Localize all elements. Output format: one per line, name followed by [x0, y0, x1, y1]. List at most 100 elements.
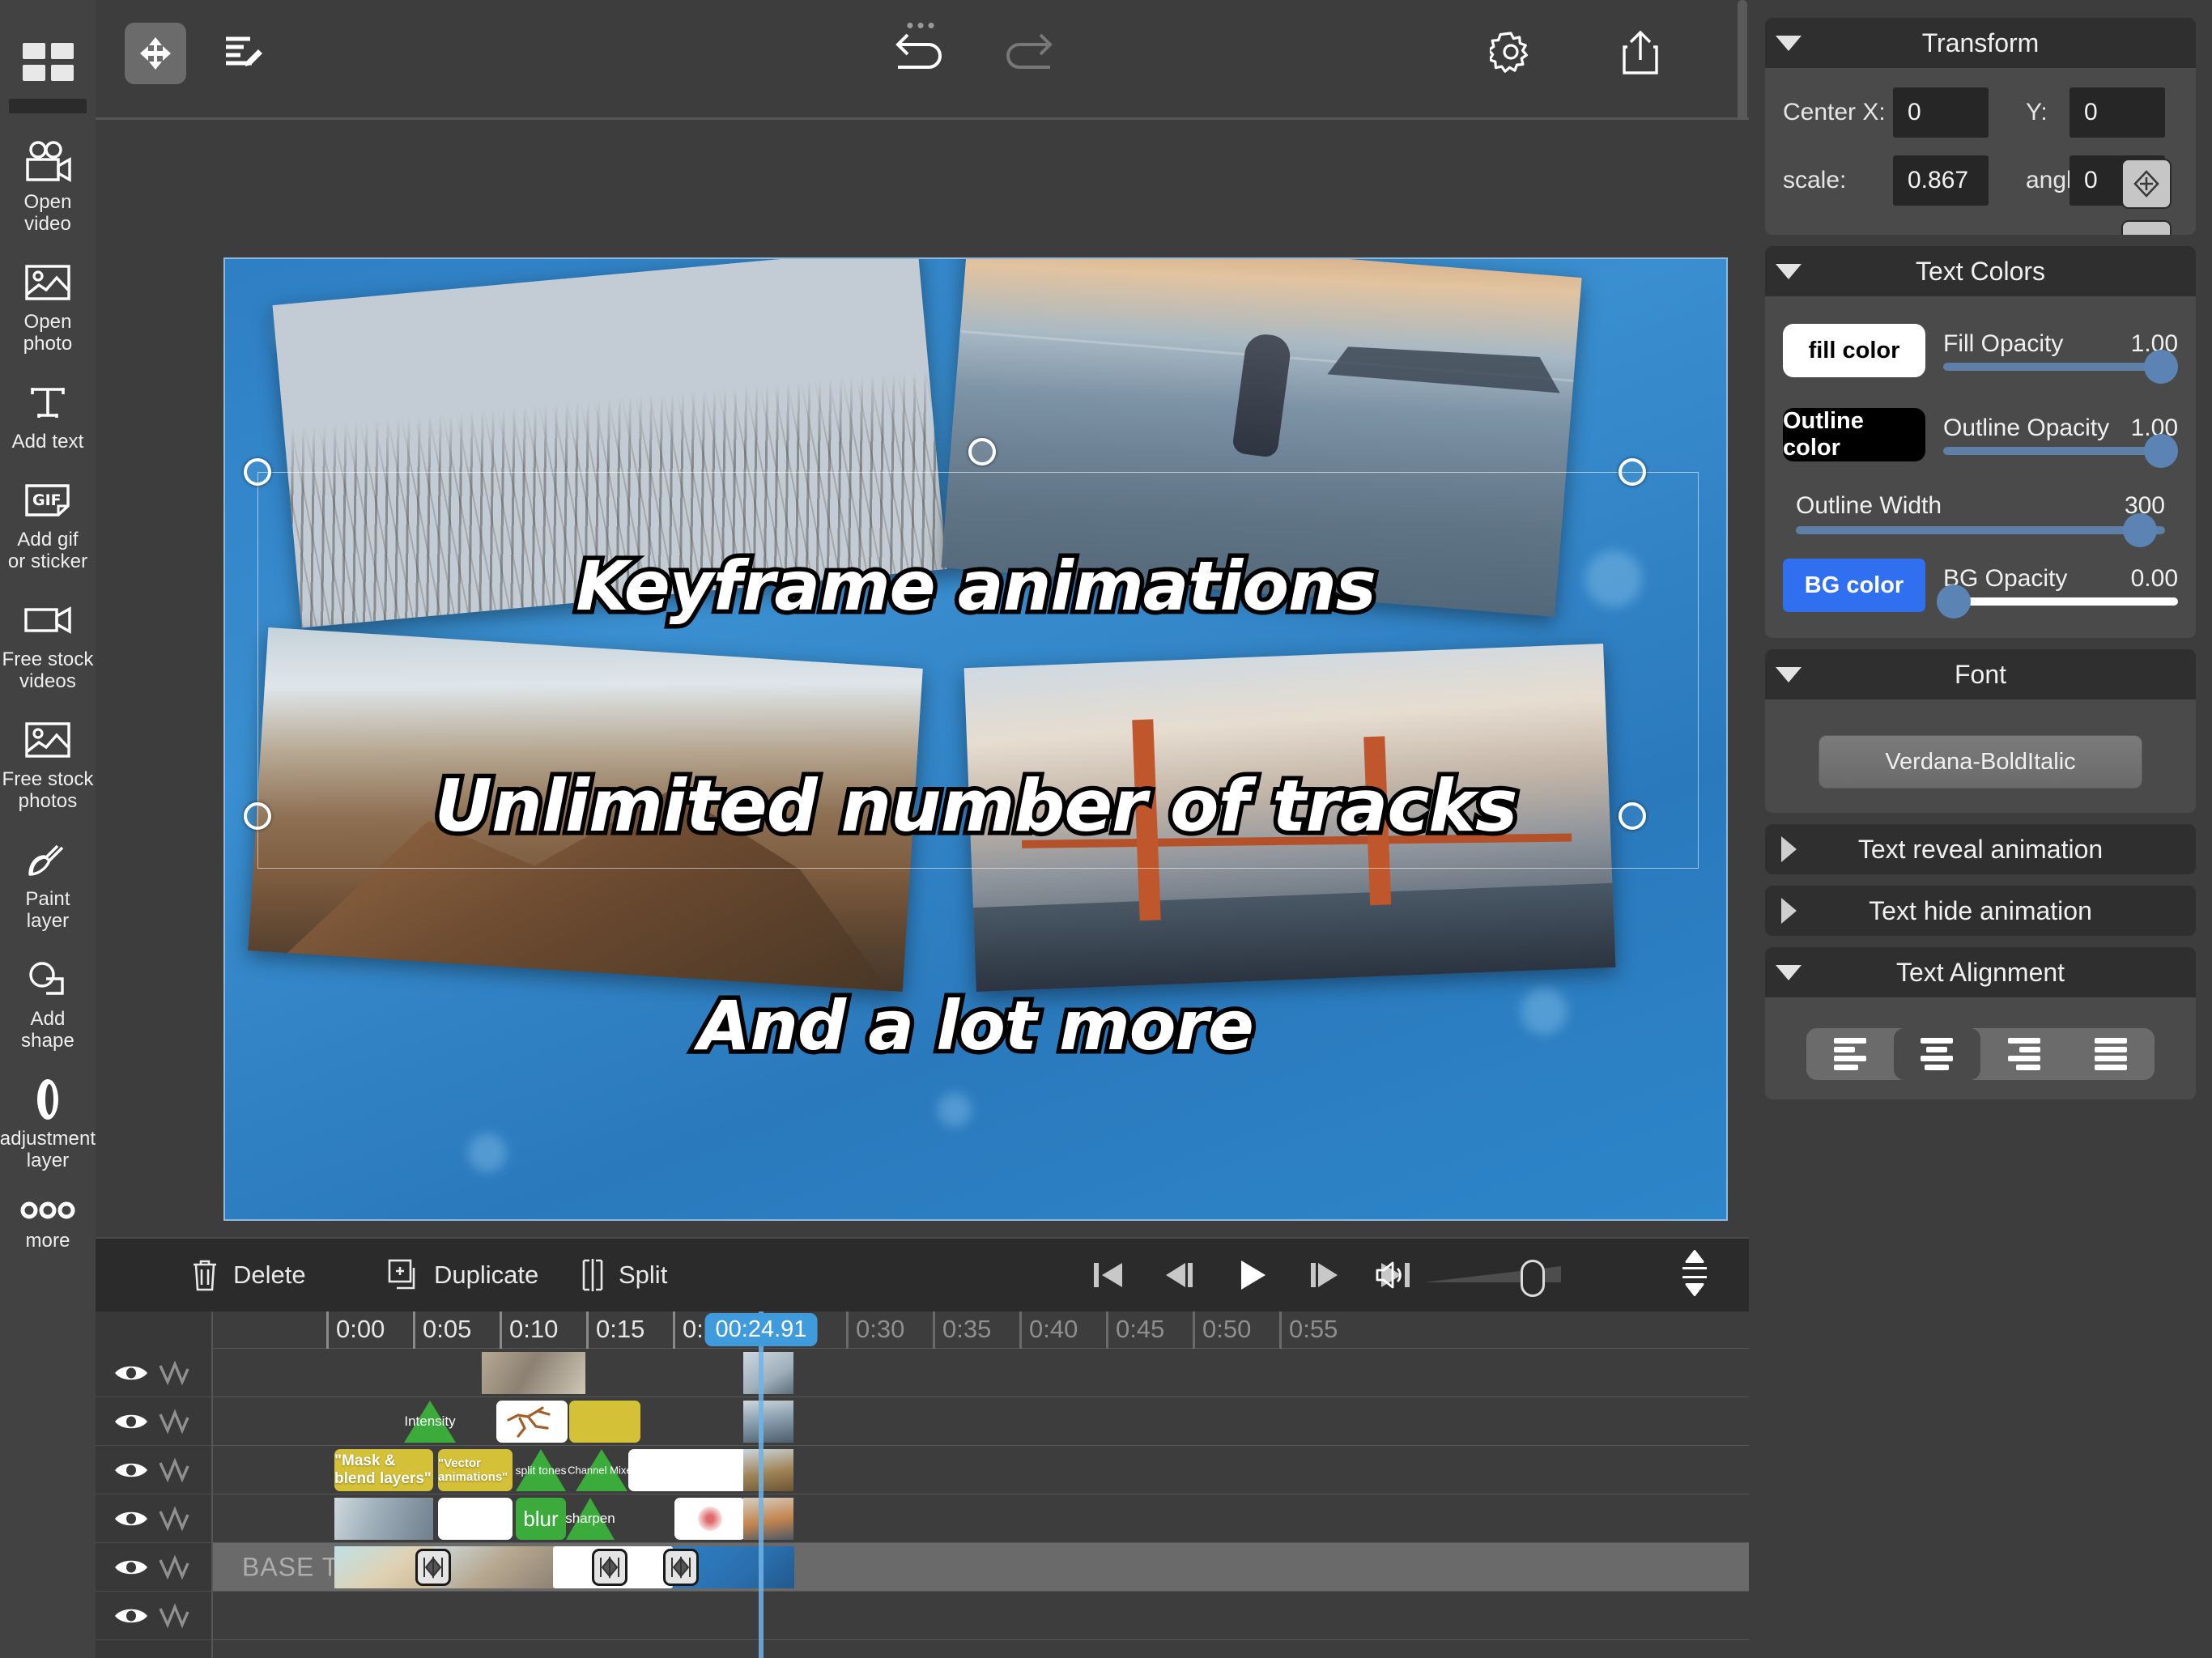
slider-knob[interactable]	[2144, 434, 2178, 468]
fill-color-swatch[interactable]: fill color	[1783, 324, 1925, 377]
slider-knob[interactable]	[1937, 585, 1971, 619]
timeline-clip[interactable]	[438, 1498, 513, 1540]
text-reveal-header[interactable]: Text reveal animation	[1765, 824, 2196, 874]
play-button[interactable]	[1232, 1256, 1271, 1295]
playhead-time-badge[interactable]: 00:24.91	[705, 1313, 818, 1346]
transition-handle[interactable]	[415, 1549, 451, 1586]
fill-opacity-slider[interactable]	[1943, 363, 2178, 371]
chevron-down-icon[interactable]	[1765, 36, 1812, 51]
timeline-clip[interactable]: "Vector animations"	[438, 1449, 513, 1491]
preview-canvas[interactable]: Keyframe animations Unlimited number of …	[223, 257, 1728, 1221]
selection-handle-top-right[interactable]	[1619, 458, 1646, 486]
timeline-clip-thumbnail[interactable]	[743, 1352, 793, 1394]
timeline-track[interactable]: "Mask & blend layers" "Vector animations…	[213, 1446, 1749, 1494]
align-left-button[interactable]	[1806, 1028, 1894, 1080]
sidebar-item-adjustment-layer[interactable]: adjustment layer	[0, 1065, 96, 1184]
timeline-track-base[interactable]: BASE TRACK	[213, 1543, 1749, 1592]
timeline-clip-thumbnail[interactable]	[433, 1546, 555, 1588]
timeline-clip-sketch[interactable]	[496, 1401, 568, 1443]
text-hide-header[interactable]: Text hide animation	[1765, 886, 2196, 936]
chevron-down-icon[interactable]	[1765, 264, 1812, 279]
keyframe-curve-icon[interactable]	[157, 1505, 191, 1533]
skip-to-start-button[interactable]	[1090, 1256, 1127, 1294]
eye-icon[interactable]	[113, 1507, 149, 1531]
align-justify-button[interactable]	[2068, 1028, 2155, 1080]
undo-button[interactable]	[885, 23, 958, 79]
step-forward-button[interactable]	[1305, 1256, 1342, 1294]
keyframe-curve-icon[interactable]	[157, 1554, 191, 1581]
add-keyframe-button[interactable]	[2121, 159, 2172, 209]
share-button[interactable]	[1611, 21, 1670, 84]
bg-opacity-slider[interactable]	[1943, 597, 2178, 606]
sidebar-item-open-video[interactable]: Open video	[0, 128, 96, 248]
playhead[interactable]	[759, 1312, 764, 1658]
sidebar-item-add-text[interactable]: Add text	[0, 368, 96, 466]
selection-handle-top-center[interactable]	[968, 438, 996, 466]
bg-color-swatch[interactable]: BG color	[1783, 559, 1925, 612]
timeline-ruler[interactable]: 0:00 0:05 0:10 0:15 0:20 0:30 0:35 0:40 …	[96, 1312, 1749, 1349]
sidebar-item-more[interactable]: more	[0, 1184, 96, 1265]
slider-knob[interactable]	[2144, 350, 2178, 384]
eye-icon[interactable]	[113, 1604, 149, 1628]
sidebar-item-free-stock-photos[interactable]: Free stock photos	[0, 705, 96, 825]
timeline-track[interactable]	[213, 1592, 1749, 1640]
duplicate-button[interactable]: Duplicate	[387, 1258, 538, 1292]
chevron-down-icon[interactable]	[1765, 667, 1812, 682]
sidebar-item-free-stock-videos[interactable]: Free stock videos	[0, 585, 96, 705]
volume-slider[interactable]	[1423, 1265, 1561, 1286]
keyframe-curve-icon[interactable]	[157, 1359, 191, 1387]
sidebar-item-open-photo[interactable]: Open photo	[0, 248, 96, 368]
outline-color-swatch[interactable]: Outline color	[1783, 408, 1925, 461]
chevron-down-icon[interactable]	[1765, 965, 1812, 980]
center-y-input[interactable]: 0	[2069, 87, 2165, 138]
text-alignment-header[interactable]: Text Alignment	[1765, 947, 2196, 997]
timeline-clip[interactable]: blur	[516, 1498, 566, 1540]
overlay-text-block[interactable]: Keyframe animations Unlimited number of …	[225, 405, 1726, 1209]
keyframe-curve-icon[interactable]	[157, 1602, 191, 1630]
timeline-clip-thumbnail[interactable]	[743, 1449, 793, 1491]
timeline-clip-thumbnail[interactable]	[334, 1498, 433, 1540]
timeline-track[interactable]: Intensity	[213, 1397, 1749, 1446]
align-right-button[interactable]	[1980, 1028, 2068, 1080]
selection-handle-bottom-right[interactable]	[1619, 802, 1646, 830]
sidebar-item-add-shape[interactable]: Add shape	[0, 945, 96, 1065]
selection-handle-bottom-left[interactable]	[244, 802, 271, 830]
keyframe-curve-icon[interactable]	[157, 1456, 191, 1484]
transition-handle[interactable]	[592, 1549, 627, 1586]
scale-input[interactable]: 0.867	[1893, 155, 1989, 206]
chevron-right-icon[interactable]	[1765, 898, 1812, 924]
timeline-track[interactable]: blur sharpen	[213, 1494, 1749, 1543]
timeline-clip[interactable]	[628, 1449, 748, 1491]
timeline-clip-thumbnail[interactable]	[743, 1401, 793, 1443]
split-button[interactable]: Split	[581, 1258, 667, 1292]
align-center-button[interactable]	[1894, 1028, 1981, 1080]
outline-opacity-slider[interactable]	[1943, 447, 2178, 455]
volume-knob[interactable]	[1521, 1260, 1545, 1297]
transform-section-header[interactable]: Transform	[1765, 18, 2196, 68]
selection-handle-top-left[interactable]	[244, 458, 271, 486]
timeline-track[interactable]	[213, 1349, 1749, 1397]
font-select-button[interactable]: Verdana-BoldItalic	[1819, 735, 2142, 789]
font-section-header[interactable]: Font	[1765, 649, 2196, 699]
grid-icon[interactable]	[17, 39, 79, 84]
transition-handle[interactable]	[663, 1549, 699, 1586]
chevron-right-icon[interactable]	[1765, 836, 1812, 862]
step-back-button[interactable]	[1161, 1256, 1198, 1294]
timeline-clip-paint[interactable]	[674, 1498, 746, 1540]
eye-icon[interactable]	[113, 1409, 149, 1434]
eye-icon[interactable]	[113, 1361, 149, 1385]
delete-button[interactable]: Delete	[191, 1258, 306, 1292]
eye-icon[interactable]	[113, 1458, 149, 1482]
keyframe-curve-icon[interactable]	[157, 1408, 191, 1435]
timeline-clip-thumbnail[interactable]	[482, 1352, 585, 1394]
redo-button[interactable]	[990, 23, 1063, 79]
text-colors-section-header[interactable]: Text Colors	[1765, 246, 2196, 296]
sidebar-item-add-gif[interactable]: GIF Add gif or sticker	[0, 466, 96, 585]
settings-button[interactable]	[1482, 23, 1540, 81]
remove-keyframe-button[interactable]	[2121, 220, 2172, 235]
timeline-clip[interactable]: "Mask & blend layers"	[334, 1449, 433, 1491]
move-tool[interactable]	[125, 23, 186, 84]
center-x-input[interactable]: 0	[1893, 87, 1989, 138]
outline-width-slider[interactable]	[1796, 526, 2165, 534]
timeline-height-button[interactable]	[1678, 1250, 1712, 1301]
